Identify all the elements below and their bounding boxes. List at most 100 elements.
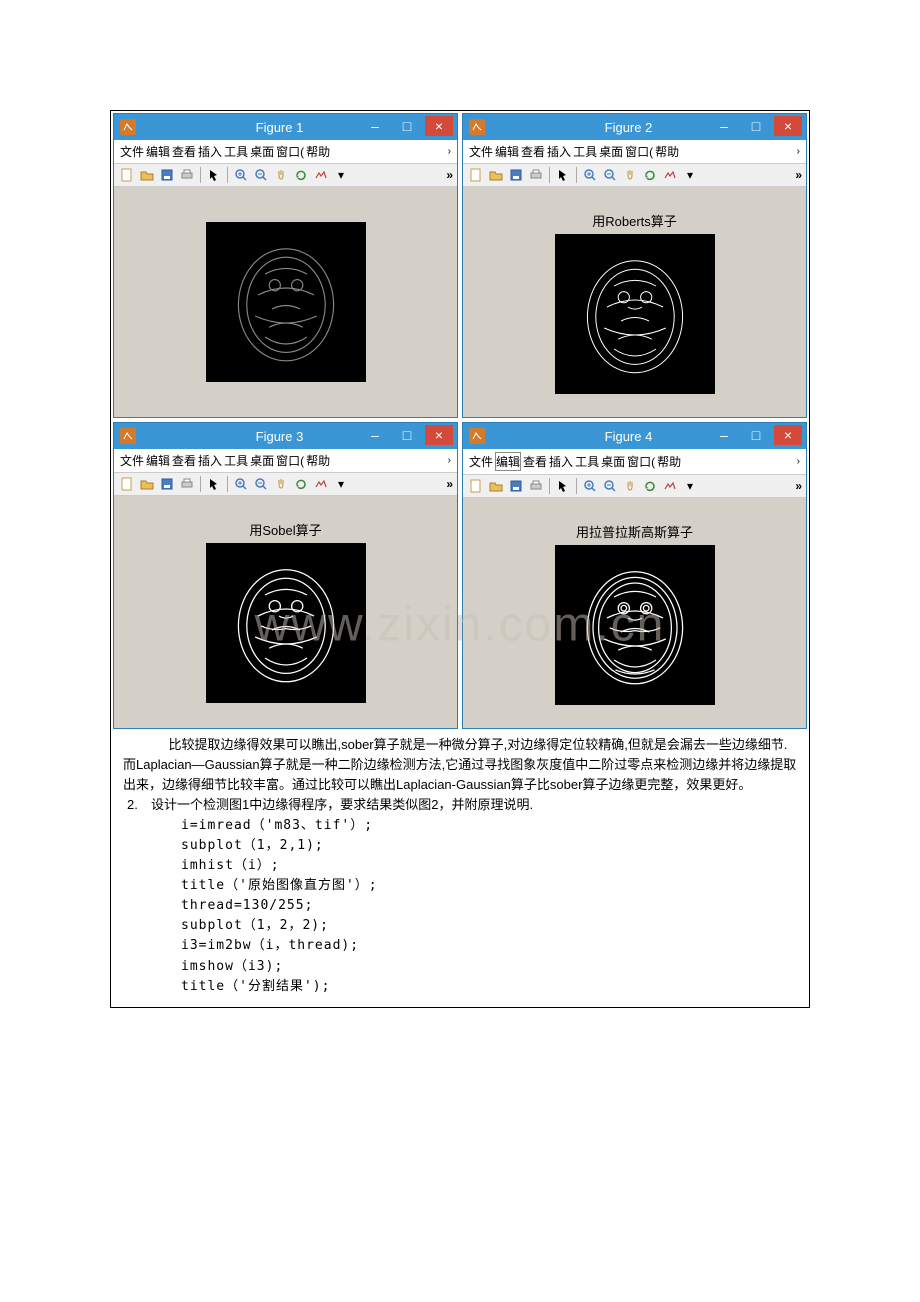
pan-icon[interactable] [621, 477, 639, 495]
toolbar-overflow-icon[interactable]: » [446, 477, 453, 491]
pointer-icon[interactable] [554, 477, 572, 495]
save-icon[interactable] [507, 166, 525, 184]
menu-view[interactable]: 查看 [172, 143, 196, 160]
zoom-out-icon[interactable] [601, 166, 619, 184]
menu-overflow-icon[interactable]: › [797, 456, 800, 467]
maximize-button[interactable]: □ [393, 116, 421, 136]
menu-view[interactable]: 查看 [523, 453, 547, 470]
menu-help[interactable]: 帮助 [306, 143, 330, 160]
pan-icon[interactable] [621, 166, 639, 184]
dropdown-arrow-icon[interactable]: ▾ [332, 475, 350, 493]
menu-insert[interactable]: 插入 [549, 453, 573, 470]
minimize-button[interactable]: – [361, 116, 389, 136]
menu-win[interactable]: 窗口( [276, 143, 304, 160]
menu-file[interactable]: 文件 [120, 452, 144, 469]
zoom-in-icon[interactable] [232, 166, 250, 184]
save-icon[interactable] [158, 166, 176, 184]
maximize-button[interactable]: □ [742, 425, 770, 445]
menu-help[interactable]: 帮助 [657, 453, 681, 470]
print-icon[interactable] [178, 166, 196, 184]
figure-caption: 用Sobel算子 [249, 520, 321, 539]
menu-file[interactable]: 文件 [120, 143, 144, 160]
data-cursor-icon[interactable] [661, 166, 679, 184]
menu-tool[interactable]: 工具 [224, 452, 248, 469]
menu-win[interactable]: 窗口( [625, 143, 653, 160]
print-icon[interactable] [527, 166, 545, 184]
menu-desk[interactable]: 桌面 [601, 453, 625, 470]
print-icon[interactable] [178, 475, 196, 493]
menu-win[interactable]: 窗口( [276, 452, 304, 469]
zoom-out-icon[interactable] [601, 477, 619, 495]
menu-tool[interactable]: 工具 [575, 453, 599, 470]
rotate-icon[interactable] [641, 477, 659, 495]
menu-insert[interactable]: 插入 [547, 143, 571, 160]
zoom-out-icon[interactable] [252, 166, 270, 184]
menu-desk[interactable]: 桌面 [250, 143, 274, 160]
menu-overflow-icon[interactable]: › [448, 455, 451, 466]
rotate-icon[interactable] [292, 475, 310, 493]
save-icon[interactable] [507, 477, 525, 495]
menu-file[interactable]: 文件 [469, 453, 493, 470]
maximize-button[interactable]: □ [742, 116, 770, 136]
pointer-icon[interactable] [554, 166, 572, 184]
pointer-icon[interactable] [205, 166, 223, 184]
data-cursor-icon[interactable] [312, 166, 330, 184]
dropdown-arrow-icon[interactable]: ▾ [332, 166, 350, 184]
toolbar-overflow-icon[interactable]: » [446, 168, 453, 182]
toolbar: ▾ » [114, 472, 457, 496]
pointer-icon[interactable] [205, 475, 223, 493]
rotate-icon[interactable] [641, 166, 659, 184]
close-button[interactable]: × [774, 425, 802, 445]
menu-tool[interactable]: 工具 [573, 143, 597, 160]
menu-overflow-icon[interactable]: › [448, 146, 451, 157]
print-icon[interactable] [527, 477, 545, 495]
open-folder-icon[interactable] [487, 477, 505, 495]
toolbar-overflow-icon[interactable]: » [795, 168, 802, 182]
menu-file[interactable]: 文件 [469, 143, 493, 160]
zoom-in-icon[interactable] [581, 477, 599, 495]
menu-view[interactable]: 查看 [521, 143, 545, 160]
open-folder-icon[interactable] [138, 166, 156, 184]
dropdown-arrow-icon[interactable]: ▾ [681, 477, 699, 495]
new-file-icon[interactable] [118, 166, 136, 184]
pan-icon[interactable] [272, 166, 290, 184]
menu-overflow-icon[interactable]: › [797, 146, 800, 157]
minimize-button[interactable]: – [710, 116, 738, 136]
maximize-button[interactable]: □ [393, 425, 421, 445]
menu-win[interactable]: 窗口( [627, 453, 655, 470]
minimize-button[interactable]: – [361, 425, 389, 445]
menu-help[interactable]: 帮助 [306, 452, 330, 469]
rotate-icon[interactable] [292, 166, 310, 184]
open-folder-icon[interactable] [487, 166, 505, 184]
close-button[interactable]: × [774, 116, 802, 136]
figure-window-2: Figure 2 – □ × 文件 编辑 查看 插入 工具 桌面 窗口( 帮助 … [462, 113, 807, 418]
dropdown-arrow-icon[interactable]: ▾ [681, 166, 699, 184]
menu-edit[interactable]: 编辑 [495, 452, 521, 471]
window-controls: – □ × [361, 116, 453, 136]
zoom-in-icon[interactable] [232, 475, 250, 493]
menu-insert[interactable]: 插入 [198, 143, 222, 160]
data-cursor-icon[interactable] [661, 477, 679, 495]
data-cursor-icon[interactable] [312, 475, 330, 493]
open-folder-icon[interactable] [138, 475, 156, 493]
new-file-icon[interactable] [118, 475, 136, 493]
zoom-in-icon[interactable] [581, 166, 599, 184]
menu-view[interactable]: 查看 [172, 452, 196, 469]
new-file-icon[interactable] [467, 477, 485, 495]
menu-tool[interactable]: 工具 [224, 143, 248, 160]
minimize-button[interactable]: – [710, 425, 738, 445]
pan-icon[interactable] [272, 475, 290, 493]
save-icon[interactable] [158, 475, 176, 493]
new-file-icon[interactable] [467, 166, 485, 184]
close-button[interactable]: × [425, 425, 453, 445]
menu-desk[interactable]: 桌面 [250, 452, 274, 469]
menu-edit[interactable]: 编辑 [146, 452, 170, 469]
menu-desk[interactable]: 桌面 [599, 143, 623, 160]
menu-help[interactable]: 帮助 [655, 143, 679, 160]
menu-edit[interactable]: 编辑 [146, 143, 170, 160]
close-button[interactable]: × [425, 116, 453, 136]
toolbar-overflow-icon[interactable]: » [795, 479, 802, 493]
zoom-out-icon[interactable] [252, 475, 270, 493]
menu-edit[interactable]: 编辑 [495, 143, 519, 160]
menu-insert[interactable]: 插入 [198, 452, 222, 469]
